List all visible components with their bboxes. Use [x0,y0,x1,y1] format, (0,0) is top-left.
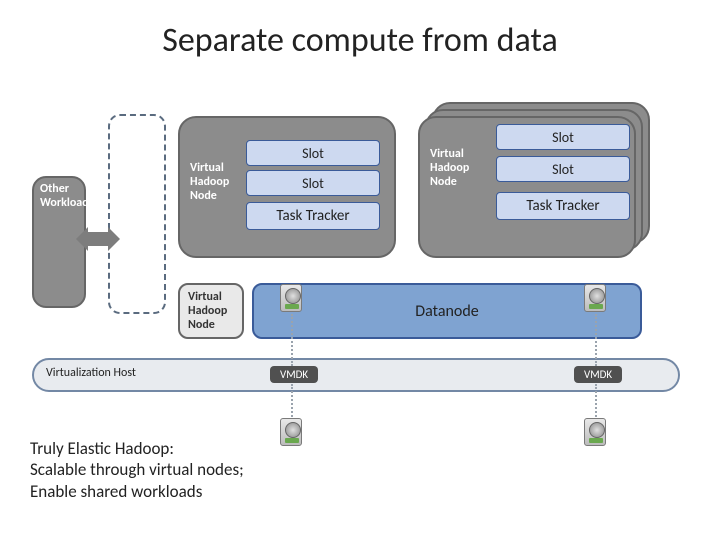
disk-icon [584,418,606,446]
description-text: Truly Elastic Hadoop: Scalable through v… [30,438,244,502]
disk-icon [280,284,302,312]
virtual-hadoop-node-label: Virtual Hadoop Node [430,148,474,189]
swap-arrow-icon [88,232,108,246]
dotted-link [291,384,293,420]
vmdk-badge: VMDK [574,366,622,383]
compute-node-left: Virtual Hadoop Node Slot Slot Task Track… [178,116,396,258]
dotted-link [595,384,597,420]
blurb-line-3: Enable shared workloads [30,481,244,502]
virtual-node-placeholder [108,114,166,314]
slot-box: Slot [496,156,630,182]
datanode-label: Datanode [415,302,478,321]
virtual-hadoop-node-label: Virtual Hadoop Node [188,291,236,332]
page-title: Separate compute from data [0,20,720,61]
other-workload-label: Other Workload [40,182,90,211]
dotted-link [291,314,293,366]
compute-node-right: Virtual Hadoop Node Slot Slot Task Track… [418,116,636,258]
virtual-hadoop-node-label: Virtual Hadoop Node [190,162,234,203]
disk-icon [280,418,302,446]
vmdk-badge: VMDK [270,366,318,383]
slot-box: Slot [246,170,380,196]
dotted-link [595,314,597,366]
task-tracker-box: Task Tracker [246,202,380,230]
slot-box: Slot [496,124,630,150]
virtualization-host-label: Virtualization Host [46,366,136,380]
blurb-line-2: Scalable through virtual nodes; [30,459,244,480]
slot-box: Slot [246,140,380,166]
datanode-vhn-box: Virtual Hadoop Node [178,283,244,339]
task-tracker-box: Task Tracker [496,192,630,220]
blurb-line-1: Truly Elastic Hadoop: [30,438,244,459]
disk-icon [584,284,606,312]
